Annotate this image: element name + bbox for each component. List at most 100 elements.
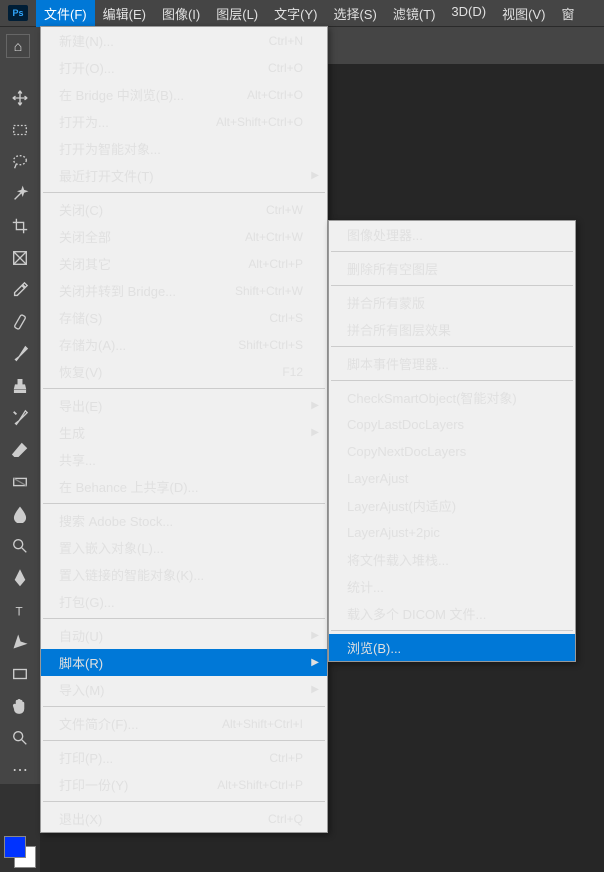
menu-item-shortcut: Shift+Ctrl+S bbox=[238, 338, 303, 352]
menu-item-label: 打印一份(Y) bbox=[59, 775, 197, 794]
file-item-25[interactable]: 自动(U)▶ bbox=[41, 622, 327, 649]
file-item-2[interactable]: 在 Bridge 中浏览(B)...Alt+Ctrl+O bbox=[41, 81, 327, 108]
dodge-tool[interactable] bbox=[6, 532, 34, 560]
menu-item-label: 共享... bbox=[59, 450, 303, 469]
file-item-18[interactable]: 在 Behance 上共享(D)... bbox=[41, 473, 327, 500]
menu-item-label: 打印(P)... bbox=[59, 748, 249, 767]
script-item-4[interactable]: 拼合所有蒙版 bbox=[329, 289, 575, 316]
menu-item-label: 存储为(A)... bbox=[59, 335, 218, 354]
file-item-4[interactable]: 打开为智能对象... bbox=[41, 135, 327, 162]
script-item-17[interactable]: 载入多个 DICOM 文件... bbox=[329, 600, 575, 627]
file-item-3[interactable]: 打开为...Alt+Shift+Ctrl+O bbox=[41, 108, 327, 135]
file-separator bbox=[43, 503, 325, 504]
menu-item-shortcut: F12 bbox=[282, 365, 303, 379]
script-item-12[interactable]: LayerAjust bbox=[329, 465, 575, 492]
menu-6[interactable]: 滤镜(T) bbox=[385, 0, 444, 27]
history-brush-tool[interactable] bbox=[6, 404, 34, 432]
script-item-15[interactable]: 将文件载入堆栈... bbox=[329, 546, 575, 573]
move-tool[interactable] bbox=[6, 84, 34, 112]
script-item-10[interactable]: CopyLastDocLayers bbox=[329, 411, 575, 438]
eraser-tool[interactable] bbox=[6, 436, 34, 464]
menu-item-label: 脚本事件管理器... bbox=[347, 354, 551, 373]
script-item-16[interactable]: 统计... bbox=[329, 573, 575, 600]
blur-tool[interactable] bbox=[6, 500, 34, 528]
hand-tool[interactable] bbox=[6, 692, 34, 720]
file-item-15[interactable]: 导出(E)▶ bbox=[41, 392, 327, 419]
file-item-8[interactable]: 关闭全部Alt+Ctrl+W bbox=[41, 223, 327, 250]
submenu-arrow-icon: ▶ bbox=[311, 630, 319, 641]
color-swatches[interactable] bbox=[4, 836, 36, 868]
menu-8[interactable]: 视图(V) bbox=[494, 0, 553, 27]
file-item-16[interactable]: 生成▶ bbox=[41, 419, 327, 446]
menu-item-shortcut: Ctrl+P bbox=[269, 751, 303, 765]
submenu-arrow-icon: ▶ bbox=[311, 400, 319, 411]
healing-tool[interactable] bbox=[6, 308, 34, 336]
script-item-14[interactable]: LayerAjust+2pic bbox=[329, 519, 575, 546]
menu-item-shortcut: Alt+Shift+Ctrl+I bbox=[222, 717, 303, 731]
script-item-2[interactable]: 删除所有空图层 bbox=[329, 255, 575, 282]
file-item-31[interactable]: 打印(P)... Ctrl+P bbox=[41, 744, 327, 771]
file-item-12[interactable]: 存储为(A)... Shift+Ctrl+S bbox=[41, 331, 327, 358]
menu-1[interactable]: 编辑(E) bbox=[95, 0, 154, 27]
stamp-tool[interactable] bbox=[6, 372, 34, 400]
pen-tool[interactable] bbox=[6, 564, 34, 592]
file-item-26[interactable]: 脚本(R)▶ bbox=[41, 649, 327, 676]
file-item-22[interactable]: 置入链接的智能对象(K)... bbox=[41, 561, 327, 588]
file-item-1[interactable]: 打开(O)...Ctrl+O bbox=[41, 54, 327, 81]
foreground-color[interactable] bbox=[4, 836, 26, 858]
script-item-9[interactable]: CheckSmartObject(智能对象) bbox=[329, 384, 575, 411]
file-item-21[interactable]: 置入嵌入对象(L)... bbox=[41, 534, 327, 561]
brush-tool[interactable] bbox=[6, 340, 34, 368]
menu-7[interactable]: 3D(D) bbox=[443, 0, 494, 27]
file-item-0[interactable]: 新建(N)... Ctrl+N bbox=[41, 27, 327, 54]
menu-item-label: 打开(O)... bbox=[59, 58, 248, 77]
menu-item-shortcut: Ctrl+S bbox=[269, 311, 303, 325]
file-item-34[interactable]: 退出(X)Ctrl+Q bbox=[41, 805, 327, 832]
menu-item-label: 新建(N)... bbox=[59, 31, 249, 50]
home-icon[interactable]: ⌂ bbox=[6, 34, 30, 58]
script-item-19[interactable]: 浏览(B)... bbox=[329, 634, 575, 661]
marquee-tool[interactable] bbox=[6, 116, 34, 144]
menu-9[interactable]: 窗 bbox=[553, 0, 582, 27]
menu-item-label: 搜索 Adobe Stock... bbox=[59, 511, 303, 530]
lasso-tool[interactable] bbox=[6, 148, 34, 176]
menu-item-label: 关闭(C) bbox=[59, 200, 246, 219]
script-item-11[interactable]: CopyNextDocLayers bbox=[329, 438, 575, 465]
path-tool[interactable] bbox=[6, 628, 34, 656]
menu-3[interactable]: 图层(L) bbox=[208, 0, 266, 27]
type-tool[interactable]: T bbox=[6, 596, 34, 624]
menu-item-shortcut: Alt+Ctrl+W bbox=[245, 230, 303, 244]
script-item-13[interactable]: LayerAjust(内适应) bbox=[329, 492, 575, 519]
eyedropper-tool[interactable] bbox=[6, 276, 34, 304]
more-tool[interactable]: ⋯ bbox=[6, 756, 34, 784]
menu-item-label: 拼合所有蒙版 bbox=[347, 293, 551, 312]
menu-item-label: 最近打开文件(T) bbox=[59, 166, 303, 185]
menu-item-label: 脚本(R) bbox=[59, 653, 303, 672]
rectangle-tool[interactable] bbox=[6, 660, 34, 688]
file-item-20[interactable]: 搜索 Adobe Stock... bbox=[41, 507, 327, 534]
menu-4[interactable]: 文字(Y) bbox=[266, 0, 325, 27]
file-item-7[interactable]: 关闭(C)Ctrl+W bbox=[41, 196, 327, 223]
menu-2[interactable]: 图像(I) bbox=[154, 0, 208, 27]
menu-item-label: 浏览(B)... bbox=[347, 638, 551, 657]
menu-5[interactable]: 选择(S) bbox=[325, 0, 384, 27]
menu-item-label: 关闭并转到 Bridge... bbox=[59, 281, 215, 300]
menu-0[interactable]: 文件(F) bbox=[36, 0, 95, 27]
gradient-tool[interactable] bbox=[6, 468, 34, 496]
wand-tool[interactable] bbox=[6, 180, 34, 208]
script-item-7[interactable]: 脚本事件管理器... bbox=[329, 350, 575, 377]
file-item-27[interactable]: 导入(M)▶ bbox=[41, 676, 327, 703]
file-item-29[interactable]: 文件简介(F)...Alt+Shift+Ctrl+I bbox=[41, 710, 327, 737]
file-item-5[interactable]: 最近打开文件(T)▶ bbox=[41, 162, 327, 189]
frame-tool[interactable] bbox=[6, 244, 34, 272]
submenu-arrow-icon: ▶ bbox=[311, 684, 319, 695]
menu-item-label: 打开为智能对象... bbox=[59, 139, 303, 158]
crop-tool[interactable] bbox=[6, 212, 34, 240]
menu-item-shortcut: Ctrl+N bbox=[269, 34, 303, 48]
script-item-0[interactable]: 图像处理器... bbox=[329, 221, 575, 248]
script-item-5[interactable]: 拼合所有图层效果 bbox=[329, 316, 575, 343]
file-item-17[interactable]: 共享... bbox=[41, 446, 327, 473]
file-item-32[interactable]: 打印一份(Y)Alt+Shift+Ctrl+P bbox=[41, 771, 327, 798]
zoom-tool[interactable] bbox=[6, 724, 34, 752]
file-item-10[interactable]: 关闭并转到 Bridge...Shift+Ctrl+W bbox=[41, 277, 327, 304]
